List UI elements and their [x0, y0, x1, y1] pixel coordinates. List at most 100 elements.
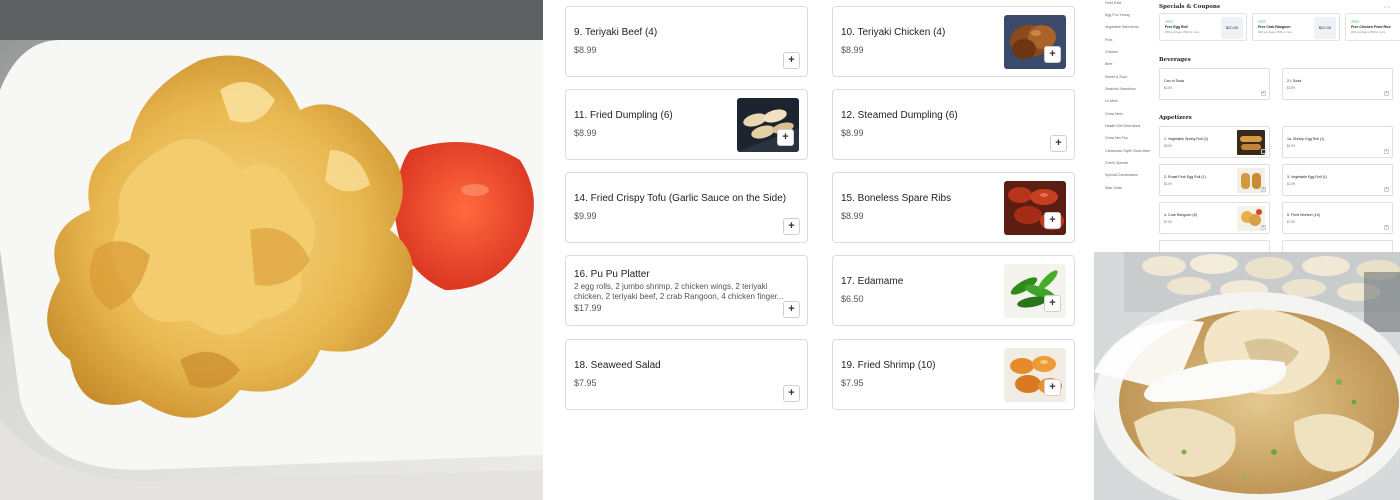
menu-item-card[interactable] — [1282, 240, 1393, 252]
add-to-cart-button[interactable]: + — [783, 52, 800, 69]
add-to-cart-button[interactable]: + — [1050, 135, 1067, 152]
item-price: $9.99 — [574, 211, 597, 221]
menu-item-card[interactable]: 2. Roast Pork Egg Roll (1) $1.99 + — [1159, 164, 1270, 196]
coupon-title: Free Egg Roll — [1165, 25, 1188, 29]
coupon-card[interactable]: Free Chicken Fried Rice With purchase of… — [1345, 13, 1400, 41]
beverages-heading: Beverages — [1159, 57, 1191, 63]
add-to-cart-button[interactable]: + — [783, 301, 800, 318]
sidebar-item[interactable]: Health Diet Selections — [1105, 124, 1140, 128]
menu-item-card[interactable]: 9. Teriyaki Beef (4) $8.99 + — [565, 6, 808, 77]
menu-item-card[interactable]: 14. Fried Crispy Tofu (Garlic Sauce on t… — [565, 172, 808, 243]
sidebar-item[interactable]: Cantonese Style Chow Mein — [1105, 149, 1150, 153]
menu-item-card[interactable]: 12. Steamed Dumpling (6) $8.99 + — [832, 89, 1075, 160]
item-name: 3. Vegetable Egg Roll (1) — [1287, 175, 1327, 179]
item-name: 17. Edamame — [841, 276, 904, 287]
sidebar-item[interactable]: Sweet & Sour — [1105, 75, 1127, 79]
coupon-subtitle: With purchase of $50 or more — [1351, 31, 1386, 34]
item-price: $7.50 — [1164, 220, 1172, 224]
free-tag — [1351, 20, 1359, 23]
item-price: $7.50 — [1287, 220, 1295, 224]
add-to-cart-button[interactable]: + — [783, 385, 800, 402]
menu-item-card[interactable]: 17. Edamame $6.50 + — [832, 255, 1075, 326]
add-to-cart-button[interactable]: + — [1261, 91, 1266, 96]
wonton-soup-photo — [1094, 252, 1400, 500]
menu-item-card[interactable]: 1. Vegetable Spring Roll (2) $3.95 + — [1159, 126, 1270, 158]
add-to-cart-button[interactable]: + — [1384, 225, 1389, 230]
add-to-cart-button[interactable]: + — [1044, 212, 1061, 229]
add-to-cart-button[interactable]: + — [777, 129, 794, 146]
item-price: $8.99 — [841, 211, 864, 221]
add-to-cart-button[interactable]: + — [1044, 295, 1061, 312]
menu-item-card[interactable]: 1a. Shrimp Egg Roll (1) $1.99 + — [1282, 126, 1393, 158]
item-name: 1. Vegetable Spring Roll (2) — [1164, 137, 1208, 141]
menu-item-card[interactable]: 11. Fried Dumpling (6) $8.99 + — [565, 89, 808, 160]
menu-item-grid: 9. Teriyaki Beef (4) $8.99 + 10. Teriyak… — [543, 0, 1094, 500]
menu-item-card[interactable]: 2 L Soda $3.99 + — [1282, 68, 1393, 100]
coupon-card[interactable]: Free Egg Roll With purchase of $20 or mo… — [1159, 13, 1247, 41]
sidebar-item[interactable]: Vegetable Selections — [1105, 25, 1139, 29]
add-to-cart-button[interactable]: + — [1384, 149, 1389, 154]
coupon-subtitle: With purchase of $35 or more — [1258, 31, 1293, 34]
add-to-cart-button[interactable]: + — [783, 218, 800, 235]
item-price: $3.99 — [1287, 86, 1295, 90]
item-price: $8.99 — [574, 45, 597, 55]
add-to-cart-button[interactable]: + — [1384, 187, 1389, 192]
item-name: 9. Teriyaki Beef (4) — [574, 27, 658, 38]
item-price: $1.99 — [1287, 144, 1295, 148]
item-name: 4. Crab Rangoon (8) — [1164, 213, 1197, 217]
sidebar-item[interactable]: Fried Rice — [1105, 1, 1121, 5]
item-price: $7.95 — [841, 378, 864, 388]
close-icon[interactable]: × × — [1384, 4, 1390, 9]
coupon-title: Free Chicken Fried Rice — [1351, 25, 1391, 29]
sidebar-item[interactable]: Egg Foo Young — [1105, 13, 1130, 17]
item-name: 16. Pu Pu Platter — [574, 269, 650, 280]
add-to-cart-button[interactable]: + — [1044, 379, 1061, 396]
item-description: 2 egg rolls, 2 jumbo shrimp, 2 chicken w… — [574, 282, 784, 301]
menu-item-card[interactable]: 18. Seaweed Salad $7.95 + — [565, 339, 808, 410]
add-to-cart-button[interactable]: + — [1261, 187, 1266, 192]
menu-item-card[interactable]: Can of Soda $1.59 + — [1159, 68, 1270, 100]
appetizers-heading: Appetizers — [1159, 115, 1192, 121]
menu-item-card[interactable]: 5. Fried Wonton (10) $7.50 + — [1282, 202, 1393, 234]
item-price: $3.95 — [1164, 144, 1172, 148]
sidebar-item[interactable]: Chow Mein — [1105, 112, 1123, 116]
sidebar-item[interactable]: Seafood Selections — [1105, 87, 1136, 91]
item-name: 11. Fried Dumpling (6) — [574, 110, 673, 121]
item-name: Can of Soda — [1164, 79, 1184, 83]
item-name: 5. Fried Wonton (10) — [1287, 213, 1320, 217]
coupon-card[interactable]: Free Crab Rangoon With purchase of $35 o… — [1252, 13, 1340, 41]
item-name: 10. Teriyaki Chicken (4) — [841, 27, 946, 38]
sidebar-item[interactable]: Beef — [1105, 62, 1112, 66]
item-price: $1.59 — [1164, 86, 1172, 90]
sidebar-item[interactable]: Side Order — [1105, 186, 1122, 190]
add-to-cart-button[interactable]: + — [1261, 149, 1266, 154]
menu-item-card[interactable] — [1159, 240, 1270, 252]
coupon-amount: $20.00 — [1314, 17, 1336, 39]
add-to-cart-button[interactable]: + — [1261, 225, 1266, 230]
item-price: $8.99 — [841, 128, 864, 138]
sidebar-item[interactable]: Chef's Special — [1105, 161, 1128, 165]
sidebar-item[interactable]: Pork — [1105, 38, 1112, 42]
sidebar-item[interactable]: Chicken — [1105, 50, 1118, 54]
menu-overview-screenshot: Fried Rice Egg Foo Young Vegetable Selec… — [1094, 0, 1400, 252]
menu-item-card[interactable]: 3. Vegetable Egg Roll (1) $1.99 + — [1282, 164, 1393, 196]
item-price: $6.50 — [841, 294, 864, 304]
item-name: 15. Boneless Spare Ribs — [841, 193, 952, 204]
add-to-cart-button[interactable]: + — [1384, 91, 1389, 96]
add-to-cart-button[interactable]: + — [1044, 46, 1061, 63]
sidebar-item[interactable]: Chow Mei Fun — [1105, 136, 1128, 140]
sidebar-item[interactable]: Lo Mein — [1105, 99, 1118, 103]
menu-item-card[interactable]: 19. Fried Shrimp (10) $7.95 + — [832, 339, 1075, 410]
item-name: 19. Fried Shrimp (10) — [841, 360, 936, 371]
item-price: $1.99 — [1287, 182, 1295, 186]
sidebar-item[interactable]: Special Combination — [1105, 173, 1138, 177]
coupon-title: Free Crab Rangoon — [1258, 25, 1291, 29]
menu-item-card[interactable]: 10. Teriyaki Chicken (4) $8.99 + — [832, 6, 1075, 77]
menu-item-card[interactable]: 15. Boneless Spare Ribs $8.99 + — [832, 172, 1075, 243]
coupon-amount: $20.00 — [1221, 17, 1243, 39]
item-name: 2. Roast Pork Egg Roll (1) — [1164, 175, 1206, 179]
category-sidebar: Fried Rice Egg Foo Young Vegetable Selec… — [1094, 0, 1154, 252]
item-price: $17.99 — [574, 303, 602, 313]
menu-item-card[interactable]: 4. Crab Rangoon (8) $7.50 + — [1159, 202, 1270, 234]
menu-item-card[interactable]: 16. Pu Pu Platter 2 egg rolls, 2 jumbo s… — [565, 255, 808, 326]
